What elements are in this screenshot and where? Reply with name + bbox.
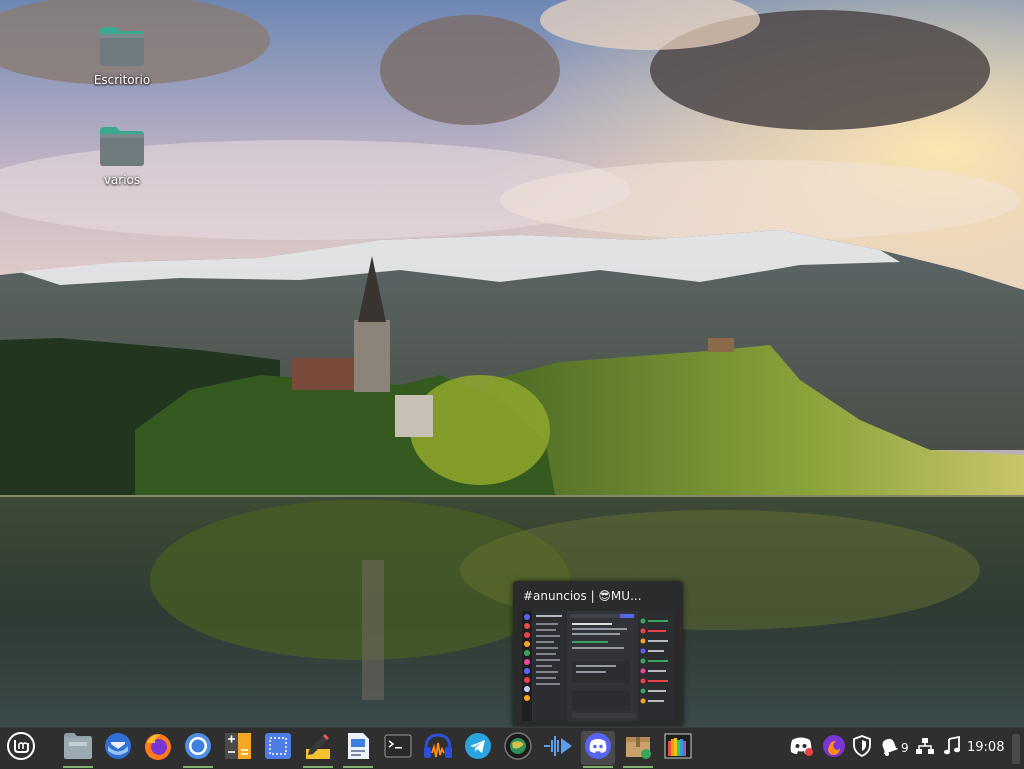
- show-desktop-button[interactable]: [1012, 734, 1020, 764]
- launcher-thunderbird[interactable]: [101, 731, 135, 765]
- launcher-archive[interactable]: [621, 731, 655, 768]
- telegram-icon: [463, 731, 493, 765]
- launcher-text-editor[interactable]: [301, 731, 335, 768]
- globe-icon: [503, 731, 533, 765]
- spectrum-icon: [663, 731, 693, 765]
- bell-icon: [880, 736, 899, 760]
- launcher-calculator[interactable]: [221, 731, 255, 765]
- package-icon: [623, 731, 653, 765]
- folder-icon: [63, 732, 93, 764]
- firefox-tray-icon: [822, 734, 846, 762]
- screenshot-icon: [263, 731, 293, 765]
- thunderbird-icon: [103, 731, 133, 765]
- launcher-telegram[interactable]: [461, 731, 495, 765]
- launcher-audio[interactable]: [421, 731, 455, 765]
- headphones-icon: [421, 731, 455, 765]
- launcher-writer[interactable]: [341, 731, 375, 768]
- launcher-files[interactable]: [61, 731, 95, 768]
- taskbar-panel: 9 19:08: [0, 727, 1024, 769]
- firefox-icon: [143, 731, 173, 765]
- discord-tray-icon: [789, 735, 813, 761]
- document-icon: [343, 731, 373, 765]
- chromium-icon: [183, 731, 213, 765]
- window-preview-thumbnail[interactable]: [522, 611, 674, 721]
- text-editor-icon: [303, 731, 333, 765]
- launcher-terminal[interactable]: [381, 731, 415, 765]
- desktop-icon-escritorio[interactable]: Escritorio: [77, 25, 167, 87]
- window-preview-popup[interactable]: #anuncios | 😎MU...: [513, 581, 683, 726]
- discord-icon: [583, 731, 613, 765]
- tray-firefox[interactable]: [822, 734, 846, 762]
- tray-discord[interactable]: [789, 736, 813, 760]
- notification-count: 9: [901, 741, 909, 755]
- media-play-icon: [542, 731, 574, 765]
- tray-notifications[interactable]: 9: [880, 736, 909, 760]
- launcher-screenshot[interactable]: [261, 731, 295, 765]
- terminal-icon: [383, 731, 413, 765]
- window-preview-title: #anuncios | 😎MU...: [523, 589, 642, 603]
- desktop-icon-varios[interactable]: varios: [77, 125, 167, 187]
- calculator-icon: [223, 731, 253, 765]
- launcher-globe[interactable]: [501, 731, 535, 765]
- main-menu-button[interactable]: [4, 731, 38, 765]
- clock[interactable]: 19:08: [967, 740, 1004, 755]
- launcher-color-app[interactable]: [661, 731, 695, 765]
- network-icon: [915, 736, 935, 760]
- shield-icon: [852, 735, 872, 761]
- launcher-discord[interactable]: [581, 731, 615, 768]
- desktop-wallpaper: [0, 0, 1024, 727]
- launcher-chromium[interactable]: [181, 731, 215, 768]
- launcher-media[interactable]: [541, 731, 575, 765]
- folder-icon: [99, 25, 145, 66]
- linux-mint-menu-icon: [6, 731, 36, 765]
- desktop-icon-label: Escritorio: [93, 73, 151, 87]
- desktop-icon-label: varios: [103, 173, 141, 187]
- tray-network[interactable]: [915, 736, 935, 760]
- tray-sound[interactable]: [943, 735, 961, 760]
- launcher-firefox[interactable]: [141, 731, 175, 765]
- tray-security[interactable]: [852, 735, 872, 761]
- music-note-icon: [943, 735, 961, 760]
- folder-icon: [99, 125, 145, 166]
